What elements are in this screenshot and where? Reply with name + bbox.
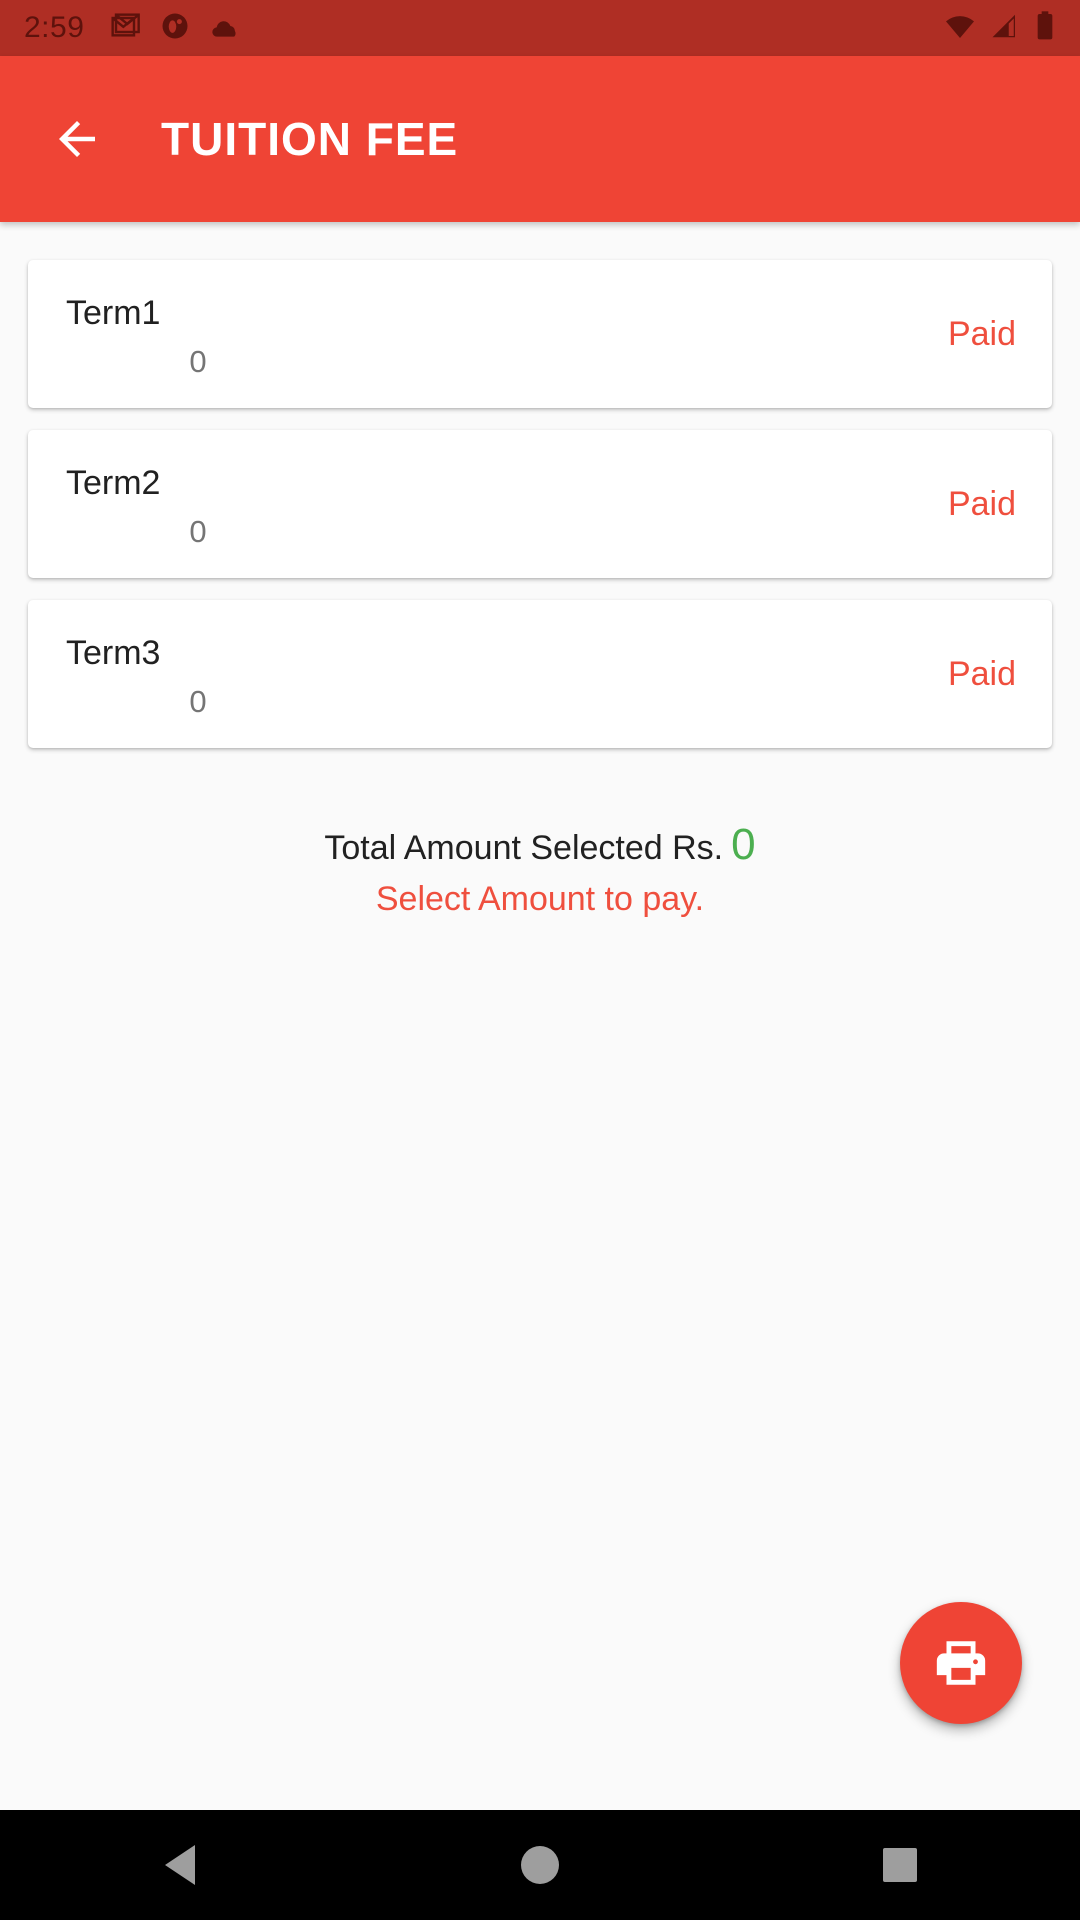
fee-term-card-left: Term2 0: [28, 430, 948, 578]
print-fab-button[interactable]: [900, 1602, 1022, 1724]
nav-recents-button[interactable]: [840, 1810, 960, 1920]
status-bar-system-icons: [944, 10, 1056, 47]
android-navigation-bar: [0, 1810, 1080, 1920]
wifi-icon: [944, 10, 976, 47]
nav-home-button[interactable]: [480, 1810, 600, 1920]
cellular-signal-icon: [990, 11, 1020, 46]
status-bar: 2:59: [0, 0, 1080, 56]
status-bar-time: 2:59: [24, 11, 85, 44]
fee-term-card-left: Term1 0: [28, 260, 948, 408]
app-bar: TUITION FEE: [0, 56, 1080, 222]
recents-square-icon: [883, 1848, 917, 1882]
home-circle-icon: [521, 1846, 559, 1884]
fee-term-name: Term2: [66, 464, 161, 502]
gmail-icon: [110, 10, 142, 47]
fee-term-name: Term1: [66, 294, 161, 332]
fee-term-amount-input[interactable]: 0: [168, 514, 228, 550]
print-icon: [936, 1641, 986, 1685]
screen-tuition-fee: 2:59 TUITION FEE Term1 0 Paid Term2 0 Pa…: [0, 0, 1080, 1920]
fee-term-card[interactable]: Term1 0 Paid: [28, 260, 1052, 408]
total-summary: Total Amount Selected Rs. 0 Select Amoun…: [0, 820, 1080, 919]
fee-term-card[interactable]: Term3 0 Paid: [28, 600, 1052, 748]
page-title: TUITION FEE: [161, 113, 459, 165]
fee-term-card[interactable]: Term2 0 Paid: [28, 430, 1052, 578]
nav-back-button[interactable]: [120, 1810, 240, 1920]
fee-term-status-badge: Paid: [947, 314, 1016, 353]
back-triangle-icon: [165, 1845, 195, 1885]
fee-term-name: Term3: [66, 634, 161, 672]
fee-term-amount-input[interactable]: 0: [168, 344, 228, 380]
cloud-icon: [208, 9, 242, 48]
back-button[interactable]: [48, 110, 106, 168]
fee-term-status-badge: Paid: [947, 484, 1016, 523]
total-amount-line: Total Amount Selected Rs. 0: [0, 820, 1080, 870]
app-circle-icon: [160, 11, 190, 46]
main-content: Term1 0 Paid Term2 0 Paid Term3 0 Paid T…: [0, 222, 1080, 1810]
battery-icon: [1034, 10, 1056, 47]
fee-term-card-left: Term3 0: [28, 600, 948, 748]
arrow-back-icon: [59, 121, 95, 157]
total-amount-value: 0: [731, 820, 756, 869]
fee-term-status-badge: Paid: [947, 654, 1016, 693]
fee-term-amount-input[interactable]: 0: [168, 684, 228, 720]
status-bar-notification-icons: [110, 9, 242, 48]
total-amount-label: Total Amount Selected Rs.: [324, 829, 724, 867]
select-amount-hint: Select Amount to pay.: [375, 880, 705, 918]
